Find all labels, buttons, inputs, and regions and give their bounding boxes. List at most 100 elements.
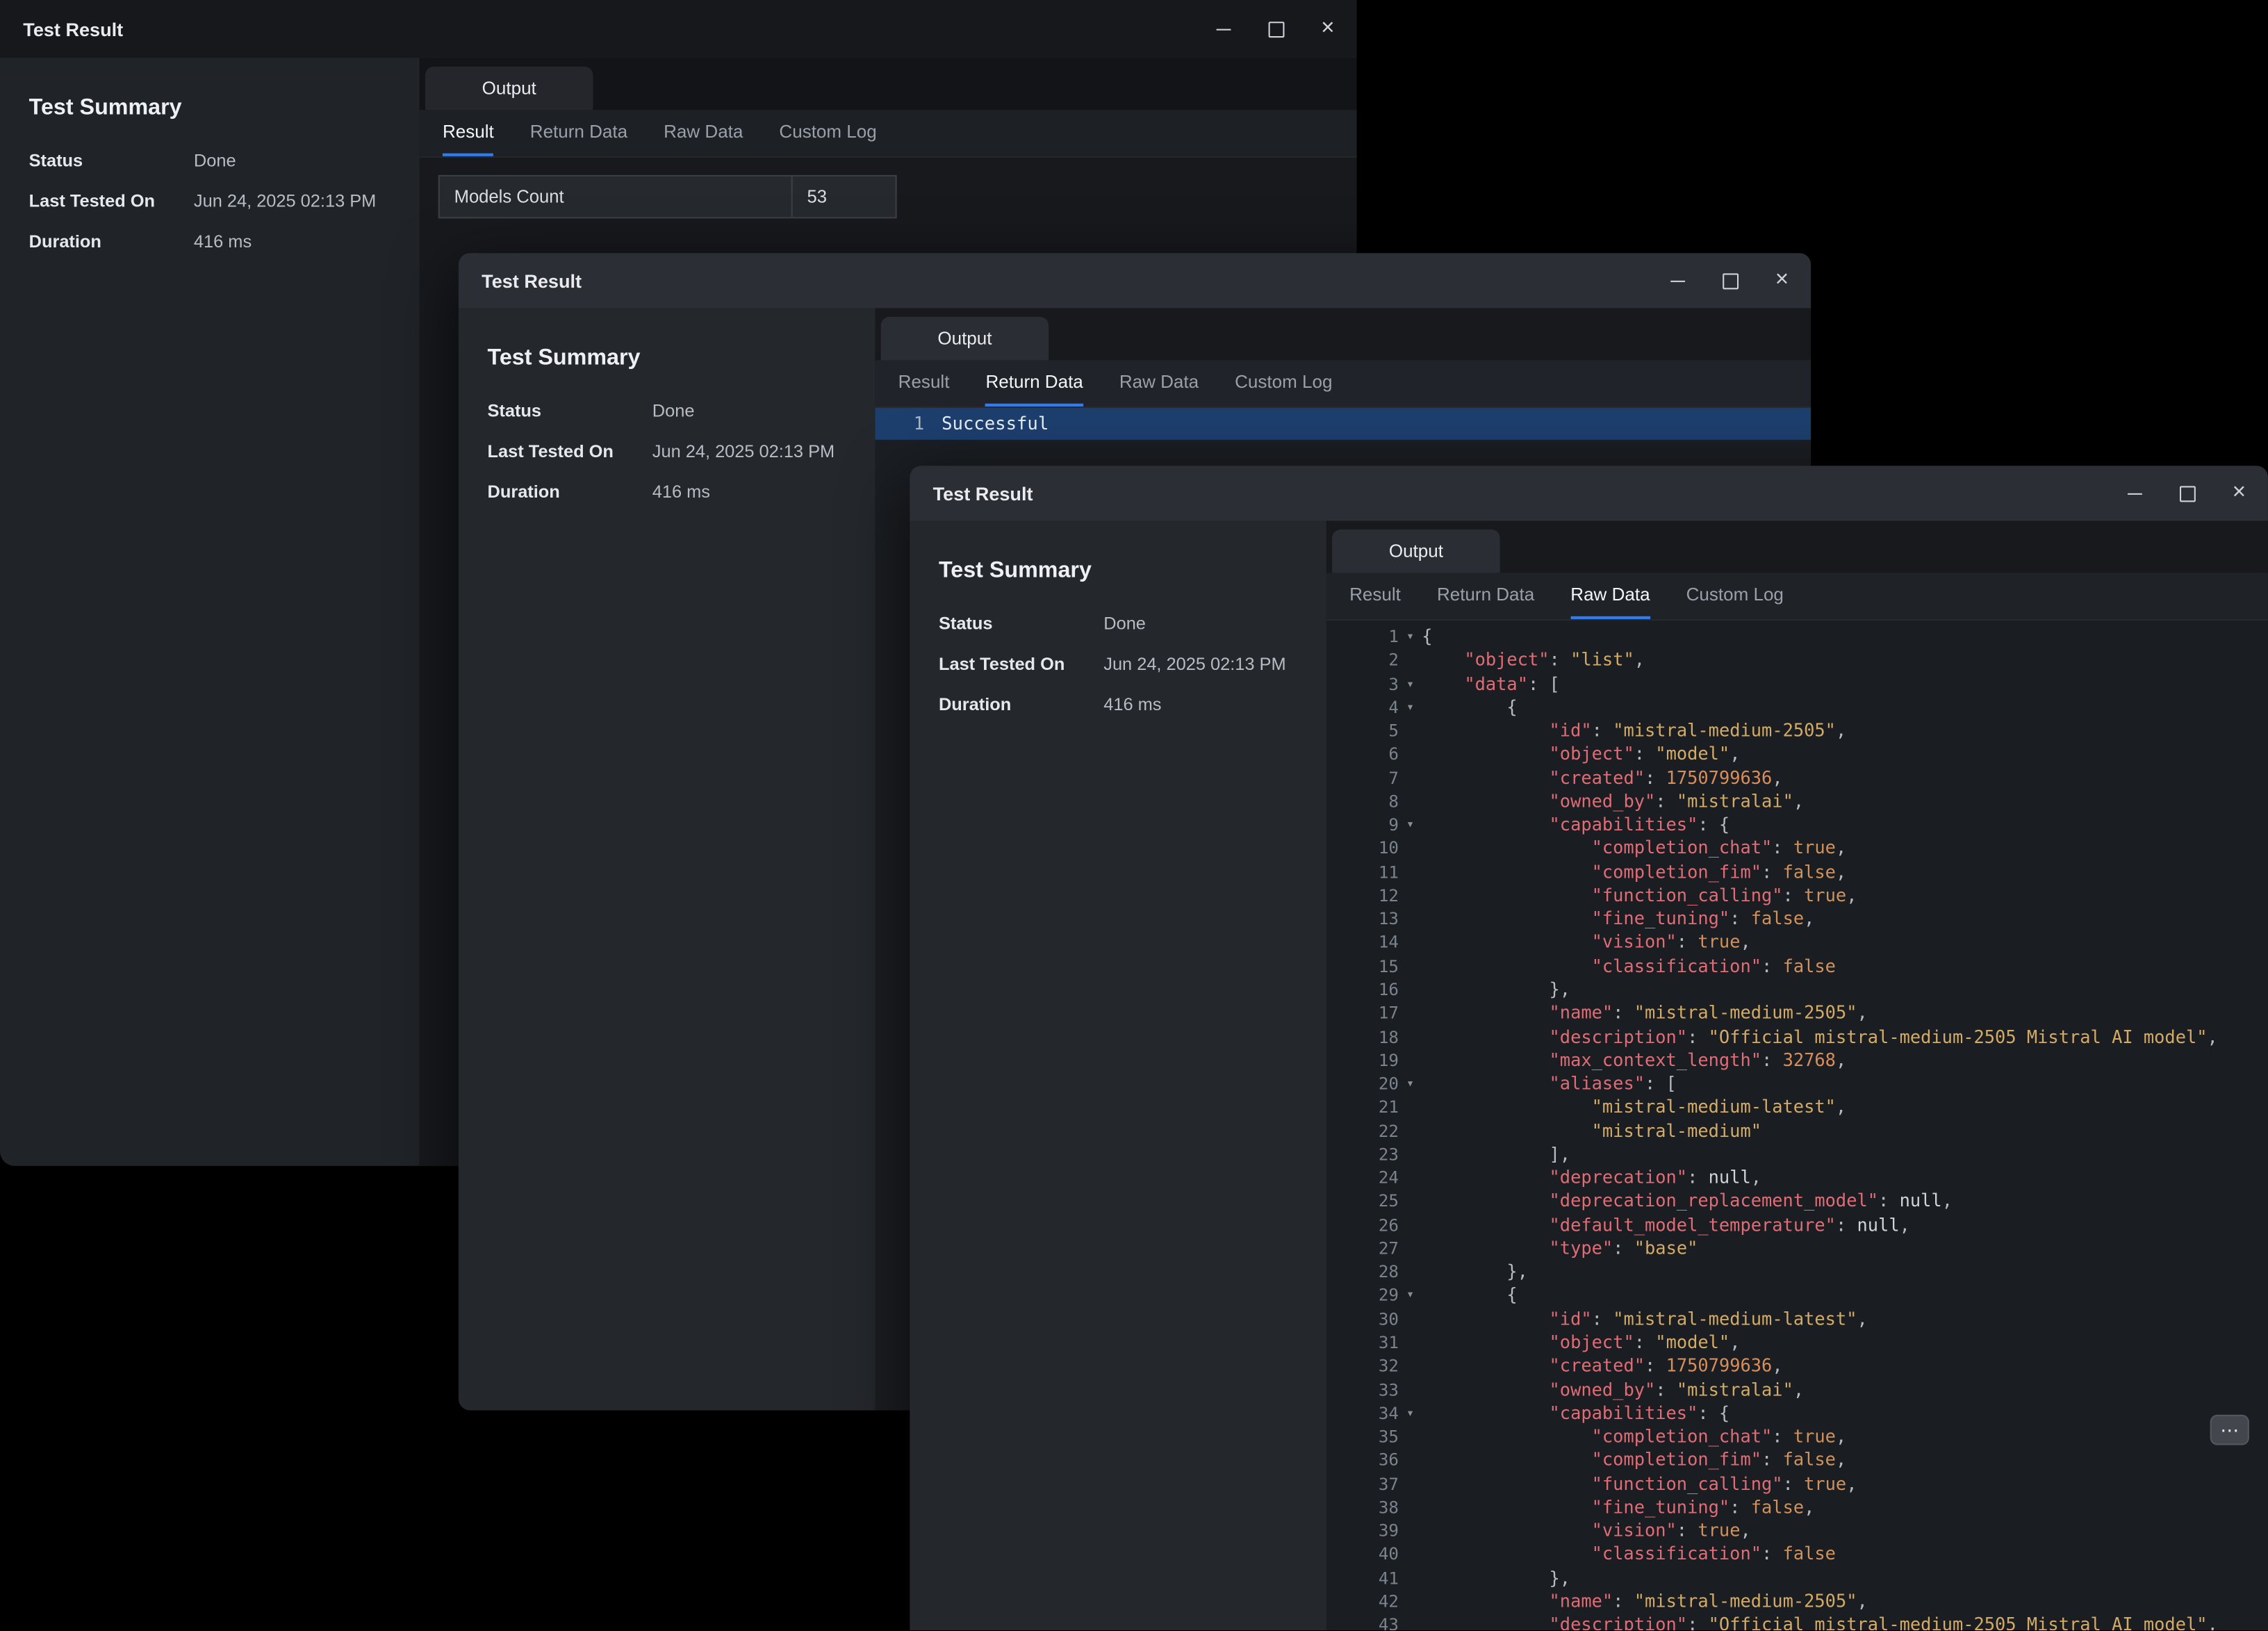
test-summary-panel: Test Summary Status Done Last Tested On … (910, 521, 1326, 1630)
minimize-icon (2128, 493, 2142, 494)
summary-row-duration: Duration 416 ms (487, 482, 875, 503)
return-data-line[interactable]: 1 Successful (875, 408, 1811, 440)
fold-spacer (1399, 931, 1422, 954)
table-row[interactable]: Models Count 53 (438, 175, 897, 218)
summary-label: Last Tested On (487, 441, 652, 463)
titlebar[interactable]: Test Result × (0, 0, 1357, 58)
code-line: 37 "function_calling": true, (1326, 1472, 2268, 1495)
code-line: 30 "id": "mistral-medium-latest", (1326, 1307, 2268, 1331)
titlebar[interactable]: Test Result × (910, 466, 2268, 521)
fold-spacer (1399, 1119, 1422, 1142)
tab-return-data[interactable]: Return Data (985, 360, 1083, 407)
code-line: 25 "deprecation_replacement_model": null… (1326, 1190, 2268, 1213)
fold-spacer (1399, 1425, 1422, 1448)
fold-spacer (1399, 1025, 1422, 1049)
fold-spacer (1399, 1213, 1422, 1237)
line-number: 1 (875, 408, 924, 440)
summary-value: 416 ms (652, 482, 710, 503)
maximize-button[interactable] (1713, 263, 1748, 298)
summary-value: Done (194, 150, 236, 172)
summary-row-last-tested: Last Tested On Jun 24, 2025 02:13 PM (29, 191, 420, 213)
code-line: 43 "description": "Official mistral-medi… (1326, 1613, 2268, 1630)
output-tab[interactable]: Output (881, 317, 1049, 360)
fold-toggle-icon[interactable]: ▾ (1399, 1402, 1422, 1425)
titlebar[interactable]: Test Result × (459, 253, 1811, 308)
fold-spacer (1399, 1378, 1422, 1402)
fold-spacer (1399, 648, 1422, 672)
summary-label: Duration (939, 694, 1103, 716)
maximize-button[interactable] (2169, 476, 2204, 511)
desktop: Test Result × Test Summary Status Done L… (0, 0, 2268, 1631)
close-button[interactable]: × (1765, 263, 1800, 298)
tab-custom-log[interactable]: Custom Log (1686, 573, 1784, 619)
summary-label: Duration (487, 482, 652, 503)
fold-spacer (1399, 1519, 1422, 1543)
fold-spacer (1399, 1307, 1422, 1331)
tab-raw-data[interactable]: Raw Data (1570, 573, 1650, 619)
raw-data-code[interactable]: 1▾{2 "object": "list",3▾ "data": [4▾ {5 … (1326, 621, 2268, 1630)
more-options-button[interactable]: ⋯ (2210, 1415, 2249, 1445)
tab-custom-log[interactable]: Custom Log (779, 110, 876, 156)
summary-label: Last Tested On (29, 191, 194, 213)
tab-result[interactable]: Result (898, 360, 950, 407)
fold-spacer (1399, 837, 1422, 860)
code-line: 32 "created": 1750799636, (1326, 1354, 2268, 1378)
minimize-icon (1670, 280, 1685, 281)
tab-return-data[interactable]: Return Data (1437, 573, 1534, 619)
fold-spacer (1399, 1566, 1422, 1590)
code-line: 8 "owned_by": "mistralai", (1326, 789, 2268, 813)
code-line: 29▾ { (1326, 1284, 2268, 1307)
fold-spacer (1399, 789, 1422, 813)
code-line: 40 "classification": false (1326, 1543, 2268, 1566)
code-line: 33 "owned_by": "mistralai", (1326, 1378, 2268, 1402)
fold-toggle-icon[interactable]: ▾ (1399, 696, 1422, 719)
fold-spacer (1399, 1331, 1422, 1354)
fold-spacer (1399, 1049, 1422, 1072)
code-line: 12 "function_calling": true, (1326, 884, 2268, 908)
fold-spacer (1399, 1190, 1422, 1213)
tab-raw-data[interactable]: Raw Data (664, 110, 743, 156)
close-button[interactable]: × (1310, 12, 1345, 47)
minimize-button[interactable] (2117, 476, 2152, 511)
fold-spacer (1399, 1354, 1422, 1378)
summary-row-status: Status Done (487, 401, 875, 423)
fold-spacer (1399, 1237, 1422, 1261)
summary-value: Done (652, 401, 695, 423)
fold-toggle-icon[interactable]: ▾ (1399, 1284, 1422, 1307)
minimize-button[interactable] (1661, 263, 1695, 298)
window-controls: × (1206, 12, 1345, 47)
code-line: 11 "completion_fim": false, (1326, 860, 2268, 884)
maximize-icon (1722, 272, 1738, 288)
code-line: 5 "id": "mistral-medium-2505", (1326, 719, 2268, 743)
tab-result[interactable]: Result (1349, 573, 1401, 619)
maximize-icon (1268, 21, 1284, 37)
test-summary-heading: Test Summary (29, 95, 420, 121)
code-line: 3▾ "data": [ (1326, 672, 2268, 696)
fold-spacer (1399, 884, 1422, 908)
code-line: 42 "name": "mistral-medium-2505", (1326, 1589, 2268, 1613)
tab-result[interactable]: Result (443, 110, 494, 156)
tab-return-data[interactable]: Return Data (530, 110, 627, 156)
summary-row-status: Status Done (29, 150, 420, 172)
minimize-button[interactable] (1206, 12, 1241, 47)
code-line: 38 "fine_tuning": false, (1326, 1495, 2268, 1519)
fold-toggle-icon[interactable]: ▾ (1399, 813, 1422, 837)
fold-toggle-icon[interactable]: ▾ (1399, 1072, 1422, 1096)
output-panel: Output Result Return Data Raw Data Custo… (1326, 521, 2268, 1630)
fold-toggle-icon[interactable]: ▾ (1399, 625, 1422, 648)
maximize-button[interactable] (1258, 12, 1293, 47)
tab-raw-data[interactable]: Raw Data (1119, 360, 1199, 407)
tab-custom-log[interactable]: Custom Log (1235, 360, 1332, 407)
code-line: 28 }, (1326, 1260, 2268, 1284)
code-line: 21 "mistral-medium-latest", (1326, 1095, 2268, 1119)
fold-toggle-icon[interactable]: ▾ (1399, 672, 1422, 696)
raw-data-content[interactable]: 1▾{2 "object": "list",3▾ "data": [4▾ {5 … (1326, 621, 2268, 1630)
code-line: 41 }, (1326, 1566, 2268, 1590)
summary-label: Status (29, 150, 194, 172)
output-subtabs: Result Return Data Raw Data Custom Log (420, 110, 1357, 158)
close-button[interactable]: × (2221, 476, 2256, 511)
output-tab[interactable]: Output (1332, 530, 1499, 573)
fold-spacer (1399, 1495, 1422, 1519)
code-line: 10 "completion_chat": true, (1326, 837, 2268, 860)
output-tab[interactable]: Output (425, 67, 593, 110)
